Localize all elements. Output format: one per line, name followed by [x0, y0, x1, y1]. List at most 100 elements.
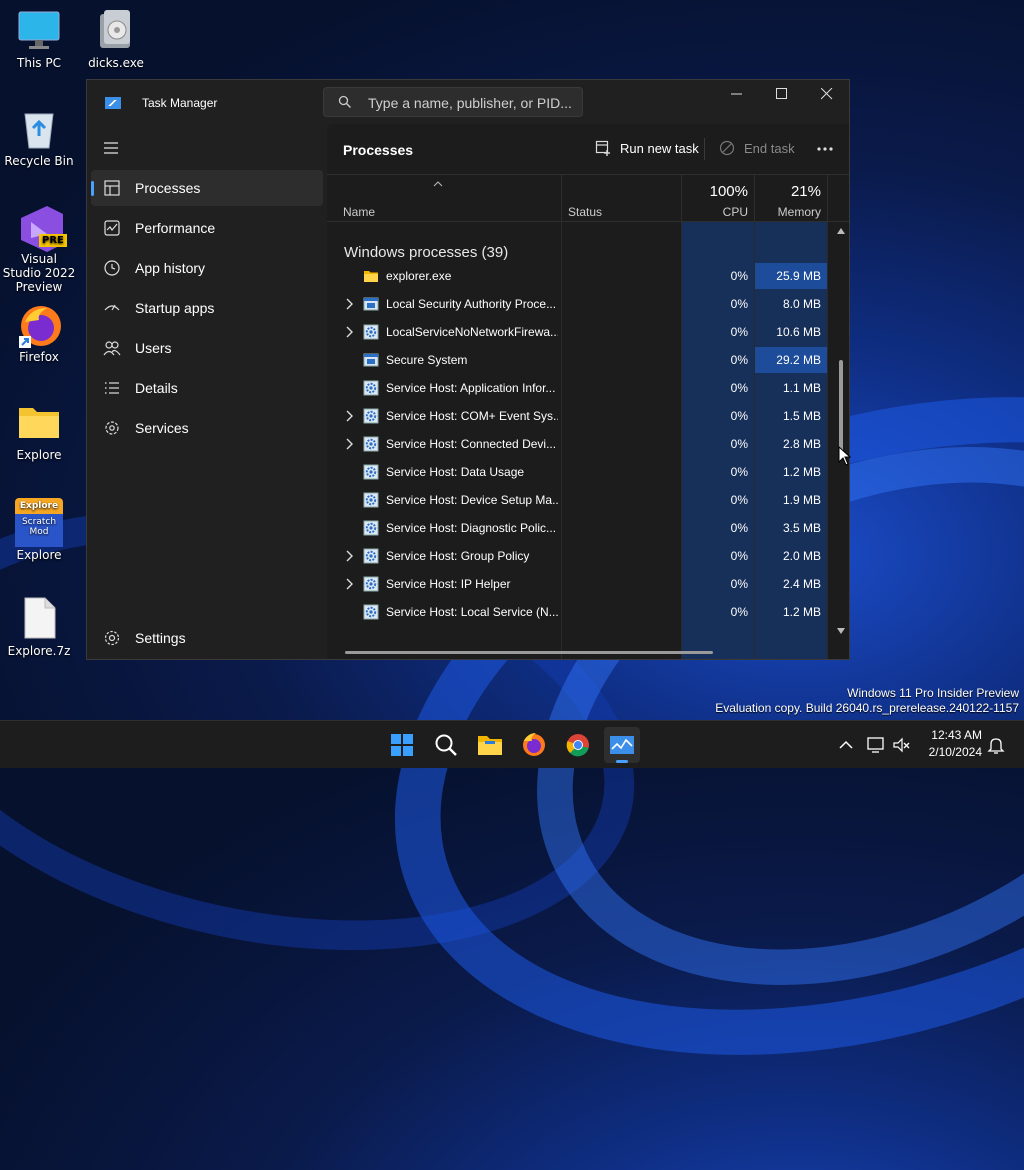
process-row[interactable]: Service Host: Group Policy 0% 2.0 MB — [327, 542, 827, 570]
process-name: Secure System — [386, 353, 468, 367]
process-name: Service Host: Application Infor... — [386, 381, 556, 395]
chevron-right-icon[interactable] — [344, 298, 354, 310]
start-button[interactable] — [384, 727, 420, 763]
column-header-name[interactable]: Name — [343, 205, 375, 219]
processes-panel: Processes Run new task End task Name Sta… — [327, 124, 849, 659]
services-icon — [105, 421, 119, 435]
sidebar-item-label: Startup apps — [135, 300, 215, 316]
process-row[interactable]: Service Host: Connected Devi... 0% 2.8 MB — [327, 430, 827, 458]
sidebar-item-settings[interactable]: Settings — [91, 620, 323, 656]
process-memory: 1.2 MB — [782, 605, 821, 619]
column-header-cpu[interactable]: CPU — [683, 205, 748, 219]
scroll-up-icon[interactable] — [837, 228, 845, 234]
users-icon — [103, 341, 121, 356]
process-cpu: 0% — [730, 521, 748, 535]
vertical-scroll-thumb[interactable] — [839, 360, 843, 454]
service-gear-icon — [363, 492, 379, 508]
process-name: Local Security Authority Proce... — [386, 297, 557, 311]
close-button[interactable] — [804, 80, 850, 110]
chevron-right-icon[interactable] — [344, 410, 354, 422]
network-status-button[interactable] — [866, 735, 886, 755]
sidebar-item-users[interactable]: Users — [91, 330, 323, 366]
run-new-task-button[interactable]: Run new task — [595, 138, 699, 160]
chevron-right-icon[interactable] — [344, 550, 354, 562]
maximize-button[interactable] — [759, 80, 805, 110]
process-row[interactable]: LocalServiceNoNetworkFirewa... 0% 10.6 MB — [327, 318, 827, 346]
sidebar-item-label: Performance — [135, 220, 216, 236]
chevron-right-icon[interactable] — [344, 326, 354, 338]
end-task-button[interactable]: End task — [719, 138, 799, 160]
service-gear-icon — [363, 380, 379, 396]
run-new-task-icon — [595, 140, 610, 156]
desktop-icon-explore-7z[interactable]: Explore.7z — [1, 596, 77, 658]
taskbar-firefox[interactable] — [516, 727, 552, 763]
sidebar-item-startup-apps[interactable]: Startup apps — [91, 290, 323, 326]
desktop-icon-label: This PC — [17, 56, 61, 70]
process-memory: 10.6 MB — [776, 325, 821, 339]
task-manager-window: Task Manager Processes Performance A — [86, 79, 850, 660]
process-name: Service Host: COM+ Event Sys... — [386, 409, 558, 423]
sidebar-item-performance[interactable]: Performance — [91, 210, 323, 246]
clock[interactable]: 12:43 AM 2/10/2024 — [918, 727, 982, 761]
desktop-icon-recycle-bin[interactable]: Recycle Bin — [1, 106, 77, 168]
scroll-down-icon[interactable] — [837, 628, 845, 634]
process-cpu: 0% — [730, 325, 748, 339]
desktop-icon-this-pc[interactable]: This PC — [1, 8, 77, 70]
sidebar-item-processes[interactable]: Processes — [91, 170, 323, 206]
processes-icon — [104, 180, 120, 196]
group-header-windows-processes[interactable]: Windows processes (39) — [344, 244, 508, 261]
process-row[interactable]: Service Host: COM+ Event Sys... 0% 1.5 MB — [327, 402, 827, 430]
maximize-icon — [776, 88, 787, 99]
process-row[interactable]: Local Security Authority Proce... 0% 8.0 M… — [327, 290, 827, 318]
show-hidden-icons-button[interactable] — [836, 735, 856, 755]
sidebar-item-details[interactable]: Details — [91, 370, 323, 406]
process-row[interactable]: Service Host: Data Usage 0% 1.2 MB — [327, 458, 827, 486]
taskbar-chrome[interactable] — [560, 727, 596, 763]
more-horizontal-icon — [817, 147, 833, 151]
horizontal-scroll-thumb[interactable] — [345, 651, 713, 654]
column-header-status[interactable]: Status — [568, 205, 602, 219]
desktop-icon-firefox[interactable]: Firefox — [1, 302, 77, 364]
column-header-memory[interactable]: Memory — [756, 205, 821, 219]
process-row[interactable]: explorer.exe 0% 25.9 MB — [327, 262, 827, 290]
process-cpu: 0% — [730, 409, 748, 423]
taskbar-task-manager[interactable] — [604, 727, 640, 763]
process-row[interactable]: Service Host: Device Setup Ma... 0% 1.9 MB — [327, 486, 827, 514]
sort-ascending-icon — [433, 181, 443, 187]
chevron-right-icon[interactable] — [344, 578, 354, 590]
desktop-icon-label: Firefox — [19, 350, 59, 364]
scratch-mod-icon: Explore Scratch Mod — [15, 498, 63, 547]
title-bar[interactable]: Task Manager — [87, 80, 849, 124]
desktop-icon-explore-shortcut[interactable]: Explore Scratch Mod Explore — [1, 498, 77, 562]
preview-badge: PRE — [39, 234, 67, 247]
minimize-button[interactable] — [714, 80, 760, 110]
column-divider — [827, 175, 828, 223]
chevron-right-icon[interactable] — [344, 438, 354, 450]
desktop-icon-explore-folder[interactable]: Explore — [1, 400, 77, 462]
process-cpu: 0% — [730, 269, 748, 283]
sidebar-item-services[interactable]: Services — [91, 410, 323, 446]
watermark-edition: Windows 11 Pro Insider Preview — [847, 686, 1019, 700]
notifications-button[interactable] — [986, 735, 1006, 755]
volume-button[interactable] — [892, 735, 912, 755]
process-row[interactable]: Service Host: IP Helper 0% 2.4 MB — [327, 570, 827, 598]
desktop-icon-dicks-exe[interactable]: dicks.exe — [78, 8, 154, 70]
hamburger-menu-button[interactable] — [101, 138, 121, 158]
process-row[interactable]: Service Host: Application Infor... 0% 1.1 … — [327, 374, 827, 402]
more-options-button[interactable] — [815, 138, 835, 160]
process-row[interactable]: Service Host: Local Service (N... 0% 1.2 M… — [327, 598, 827, 626]
search-box[interactable] — [323, 87, 583, 117]
process-cpu: 0% — [730, 297, 748, 311]
sidebar-item-label: Users — [135, 340, 172, 356]
desktop-icon-visual-studio[interactable]: PRE Visual Studio 2022 Preview — [1, 204, 77, 294]
service-gear-icon — [363, 520, 379, 536]
desktop-icon-label: Explore — [16, 448, 62, 462]
process-row[interactable]: Service Host: Diagnostic Polic... 0% 3.5 M… — [327, 514, 827, 542]
taskbar-file-explorer[interactable] — [472, 727, 508, 763]
sidebar-item-app-history[interactable]: App history — [91, 250, 323, 286]
recycle-bin-icon — [17, 106, 61, 150]
scratch-mod-header: Explore — [15, 498, 63, 514]
search-input[interactable] — [366, 93, 580, 113]
process-row[interactable]: Secure System 0% 29.2 MB — [327, 346, 827, 374]
taskbar-search-button[interactable] — [428, 727, 464, 763]
